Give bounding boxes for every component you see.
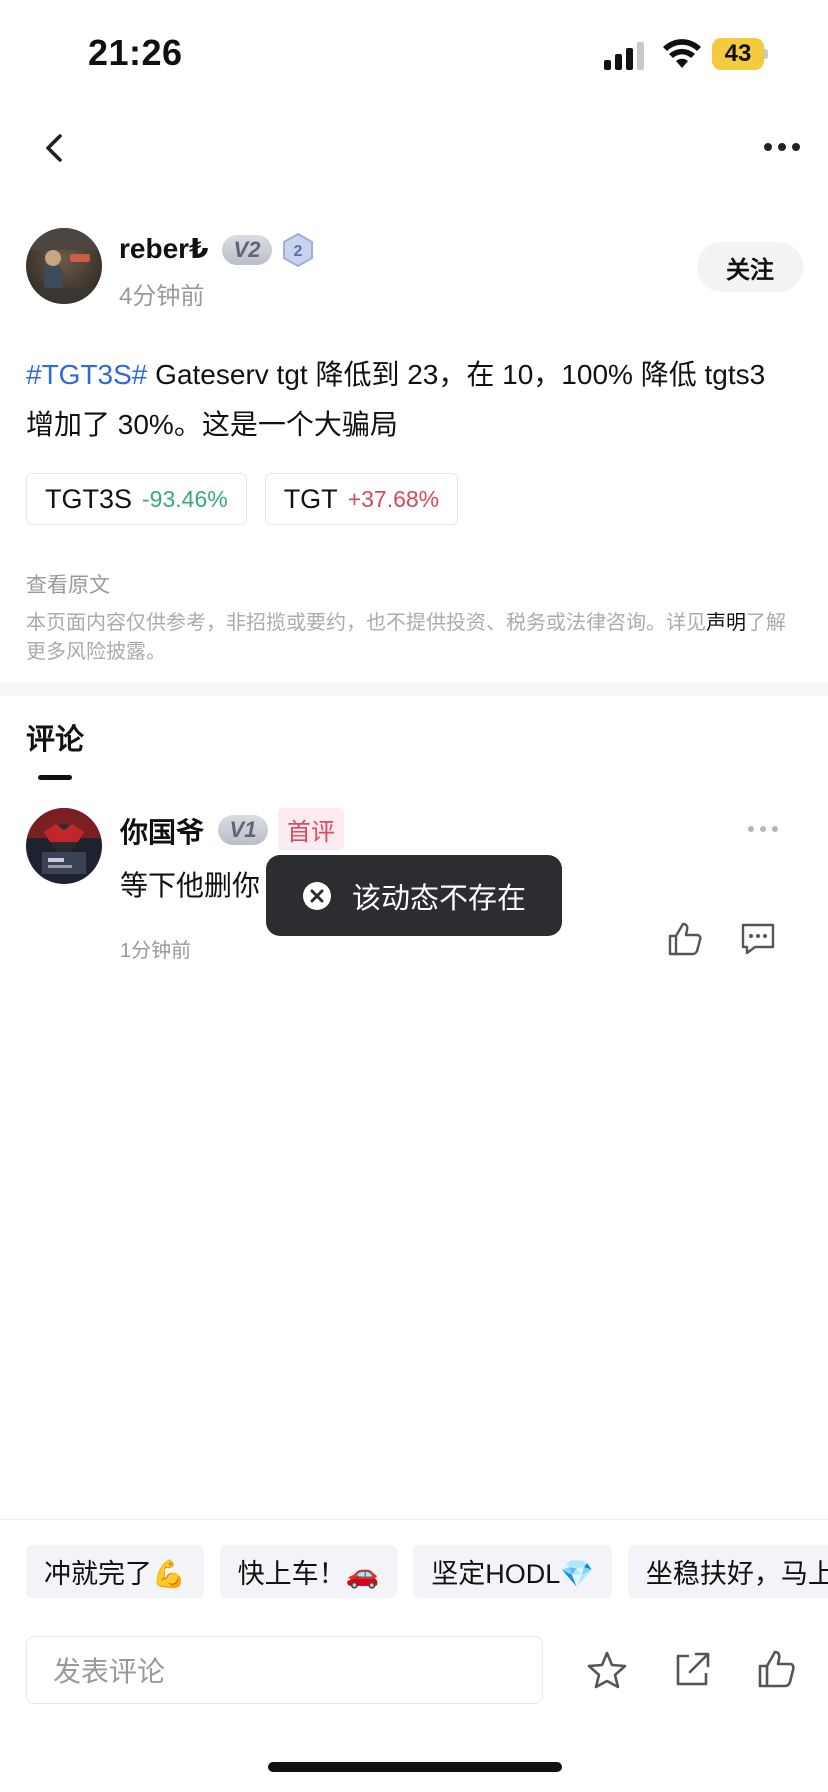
disclaimer-link[interactable]: 声明 (706, 612, 746, 634)
comment-time: 1分钟前 (120, 940, 192, 962)
battery-level: 43 (712, 38, 764, 70)
ticker-change: +37.68% (347, 485, 440, 512)
star-icon[interactable] (586, 1650, 628, 1690)
status-time: 21:26 (88, 32, 183, 73)
wifi-icon (663, 39, 701, 68)
tab-underline (38, 775, 72, 780)
commenter-name[interactable]: 你国爷 (120, 811, 204, 851)
first-comment-badge: 首评 (278, 808, 344, 850)
home-indicator (268, 1762, 562, 1772)
ticker-chip[interactable]: TGT3S -93.46% (26, 473, 247, 525)
close-circle-icon (303, 881, 331, 910)
more-horizontal-icon[interactable] (762, 132, 802, 162)
thumbs-up-icon[interactable] (756, 1648, 798, 1690)
commenter-avatar-image (26, 808, 102, 884)
toast-message: 该动态不存在 (266, 855, 562, 936)
ticker-chip[interactable]: TGT +37.68% (264, 473, 459, 525)
post-author: reber₺ V2 2 4分钟前 关注 (26, 228, 806, 310)
author-name[interactable]: reber₺ (119, 232, 209, 265)
bottom-divider (0, 1519, 828, 1520)
post-hashtag[interactable]: #TGT3S# (26, 359, 147, 390)
author-avatar[interactable] (26, 228, 102, 304)
quick-reply-chip[interactable]: 快上车！🚗 (219, 1545, 398, 1598)
quick-reply-chip[interactable]: 冲就完了💪 (26, 1545, 204, 1598)
disclaimer-text: 本页面内容仅供参考，非招揽或要约，也不提供投资、税务或法律咨询。详见声明了解更多… (26, 609, 796, 667)
commenter-avatar[interactable] (26, 808, 102, 884)
ticker-symbol: TGT (283, 483, 338, 514)
level-badge-icon: 2 (283, 232, 313, 268)
tab-comments[interactable]: 评论 (26, 716, 84, 758)
quick-reply-list: 冲就完了💪 快上车！🚗 坚定HODL💎 坐稳扶好，马上 (26, 1545, 828, 1598)
ticker-symbol: TGT3S (45, 483, 133, 514)
section-divider (0, 682, 828, 696)
battery-tip (764, 49, 768, 59)
ticker-list: TGT3S -93.46% TGT +37.68% (26, 473, 459, 525)
ticker-change: -93.46% (142, 485, 228, 512)
quick-reply-chip[interactable]: 坐稳扶好，马上 (627, 1545, 828, 1598)
toast-text: 该动态不存在 (352, 882, 527, 915)
cellular-signal-icon (604, 42, 644, 70)
thumbs-up-icon[interactable] (666, 920, 704, 958)
chevron-left-icon[interactable] (36, 128, 76, 168)
status-bar: 21:26 43 (0, 0, 828, 110)
comment-input[interactable]: 发表评论 (26, 1636, 543, 1704)
avatar-image (26, 228, 102, 304)
post-content: #TGT3S# Gateserv tgt 降低到 23，在 10，100% 降低… (26, 350, 786, 450)
nav-bar (0, 120, 828, 180)
level-badge-number: 2 (294, 243, 303, 260)
share-icon[interactable] (672, 1650, 712, 1690)
disclaimer-prefix: 本页面内容仅供参考，非招揽或要约，也不提供投资、税务或法律咨询。详见 (26, 612, 706, 634)
quick-reply-chip[interactable]: 坚定HODL💎 (413, 1545, 612, 1598)
comment-text: 等下他删你 (120, 870, 261, 901)
battery-icon: 43 (712, 38, 768, 70)
follow-button[interactable]: 关注 (697, 242, 803, 292)
vip-badge: V1 (218, 815, 268, 845)
post-time: 4分钟前 (119, 283, 205, 310)
vip-badge: V2 (222, 235, 272, 265)
view-original-link[interactable]: 查看原文 (26, 569, 110, 599)
reply-icon[interactable] (739, 922, 777, 956)
comment-more-icon[interactable] (746, 824, 780, 834)
